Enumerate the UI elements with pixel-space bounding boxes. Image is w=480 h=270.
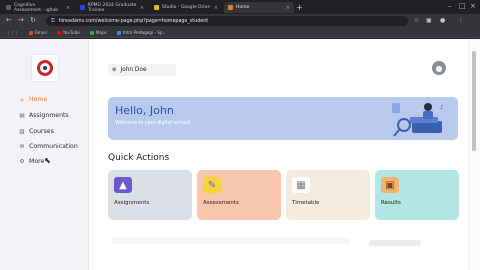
page-scrollbar[interactable]: [468, 39, 480, 270]
sidebar-item-courses[interactable]: ▥ Courses: [19, 128, 54, 135]
favicon-icon: [6, 5, 11, 10]
svg-text:♪: ♪: [440, 104, 444, 111]
tab-home[interactable]: Home ×: [224, 2, 294, 13]
home-icon: ⌂: [20, 96, 24, 103]
sidebar-item-home[interactable]: ⌂ Home: [19, 96, 47, 103]
school-logo[interactable]: [31, 54, 59, 82]
bookmark-youtube[interactable]: YouTube: [56, 30, 80, 35]
bookmark-label: Intro Pedagogi - Sp..: [122, 30, 166, 35]
quick-action-timetable[interactable]: ▦ Timetable: [286, 170, 370, 220]
mouse-cursor-icon: ⬉: [44, 156, 51, 165]
user-name: John Doe: [120, 67, 147, 73]
quick-action-assessments[interactable]: ✎ Assessments: [197, 170, 281, 220]
user-icon: ●: [435, 63, 443, 73]
sidebar-item-more[interactable]: ⚙ More: [19, 158, 45, 165]
student-reading-illustration: ♪: [392, 103, 444, 137]
url-text: hireadams.com/welcome-page.php?page=home…: [58, 18, 209, 24]
tab-kpmg[interactable]: KPMG 2024 Graduate Trainee ×: [76, 2, 148, 13]
sidebar-item-label: Communication: [29, 143, 78, 150]
sidebar-item-label: Assignments: [29, 112, 69, 119]
tab-label: Home: [236, 5, 250, 10]
sidebar-item-assignments[interactable]: ▤ Assignments: [19, 112, 69, 119]
greeting-subtitle: Welcome to your digital school!: [115, 121, 191, 126]
calendar-icon: ▦: [292, 177, 310, 193]
more-icon: ⚙: [19, 158, 25, 165]
sidebar-item-communication[interactable]: ✉ Communication: [19, 143, 78, 150]
sidebar-item-label: More: [29, 158, 45, 165]
extensions-icon[interactable]: ▣: [426, 17, 432, 24]
tab-label: KPMG 2024 Graduate Trainee: [88, 2, 137, 13]
chat-icon: ✉: [19, 143, 25, 150]
browser-chrome: Cognitive Assessment - ighub × KPMG 2024…: [0, 0, 480, 38]
lock-icon: ⚿: [51, 18, 55, 24]
menu-icon[interactable]: ⋮: [458, 17, 464, 24]
address-bar[interactable]: ⚿ hireadams.com/welcome-page.php?page=ho…: [46, 16, 408, 26]
tab-label: Studio - Google Drive: [162, 5, 211, 10]
bookmark-label: Maps: [95, 30, 107, 35]
forward-icon[interactable]: →: [18, 16, 24, 24]
doc-icon: [116, 30, 121, 35]
bookmark-gmail[interactable]: Gmail: [28, 30, 47, 35]
maximize-icon[interactable]: □: [459, 2, 466, 10]
main-content: ⚙ John Doe ● Hello, John Welcome to your…: [89, 39, 468, 270]
content-section-edge: [369, 240, 421, 246]
chest-icon: ▣: [381, 177, 399, 193]
quick-action-label: Assessments: [203, 200, 239, 206]
bookmark-label: YouTube: [62, 30, 80, 35]
gear-icon: ⚙: [112, 67, 117, 73]
profile-icon[interactable]: ●: [440, 17, 445, 24]
quick-actions-title: Quick Actions: [108, 153, 170, 163]
reload-icon[interactable]: ↻: [30, 16, 36, 24]
favicon-icon: [228, 5, 233, 10]
bookmark-maps[interactable]: Maps: [89, 30, 107, 35]
bookmarks-bar: ⋮⋮⋮ Gmail YouTube Maps Intro Pedagogi - …: [0, 28, 480, 38]
sidebar-item-label: Courses: [29, 128, 54, 135]
sidebar-item-label: Home: [29, 96, 48, 103]
assignment-icon: ▤: [19, 112, 25, 119]
address-bar-row: ← → ↻ ⚿ hireadams.com/welcome-page.php?p…: [0, 14, 480, 28]
close-icon[interactable]: ×: [214, 5, 218, 11]
welcome-banner: Hello, John Welcome to your digital scho…: [108, 97, 458, 140]
close-icon[interactable]: ×: [66, 5, 70, 11]
scrollbar-thumb[interactable]: [472, 51, 476, 151]
back-icon[interactable]: ←: [6, 16, 12, 24]
user-chip[interactable]: ⚙ John Doe: [108, 64, 176, 76]
quick-action-assignments[interactable]: ▲ Assignments: [108, 170, 192, 220]
bookmark-intro-pedagogi[interactable]: Intro Pedagogi - Sp..: [116, 30, 166, 35]
bookmark-label: Gmail: [34, 30, 47, 35]
favicon-icon: [80, 5, 85, 10]
new-tab-icon[interactable]: +: [296, 3, 303, 12]
tab-google-drive[interactable]: Studio - Google Drive ×: [150, 2, 222, 13]
quick-action-label: Assignments: [114, 200, 150, 206]
tab-strip: Cognitive Assessment - ighub × KPMG 2024…: [0, 0, 480, 14]
tab-cognitive-assessment[interactable]: Cognitive Assessment - ighub ×: [2, 2, 74, 13]
graduation-cap-icon: ▲: [114, 177, 132, 193]
page-viewport: ⌂ Home ▤ Assignments ▥ Courses ✉ Communi…: [0, 39, 480, 270]
avatar[interactable]: ●: [432, 61, 446, 75]
gmail-icon: [28, 30, 33, 35]
close-icon[interactable]: ×: [140, 5, 144, 11]
bookmark-star-icon[interactable]: ☆: [414, 17, 419, 24]
logo-emblem: [37, 60, 53, 76]
quick-action-label: Results: [381, 200, 401, 206]
apps-icon[interactable]: ⋮⋮⋮: [6, 30, 19, 35]
close-icon[interactable]: ×: [286, 5, 290, 11]
youtube-icon: [56, 30, 61, 35]
content-section-edge: [111, 238, 351, 244]
sidebar: ⌂ Home ▤ Assignments ▥ Courses ✉ Communi…: [0, 39, 89, 270]
book-icon: ▥: [19, 128, 25, 135]
minimize-icon[interactable]: –: [448, 2, 452, 10]
favicon-icon: [154, 5, 159, 10]
maps-icon: [89, 30, 94, 35]
greeting-title: Hello, John: [115, 104, 174, 117]
tools-icon: ✎: [203, 177, 221, 193]
tab-label: Cognitive Assessment - ighub: [14, 2, 59, 13]
quick-action-label: Timetable: [292, 200, 320, 206]
close-window-icon[interactable]: ×: [470, 2, 476, 10]
quick-action-results[interactable]: ▣ Results: [375, 170, 459, 220]
